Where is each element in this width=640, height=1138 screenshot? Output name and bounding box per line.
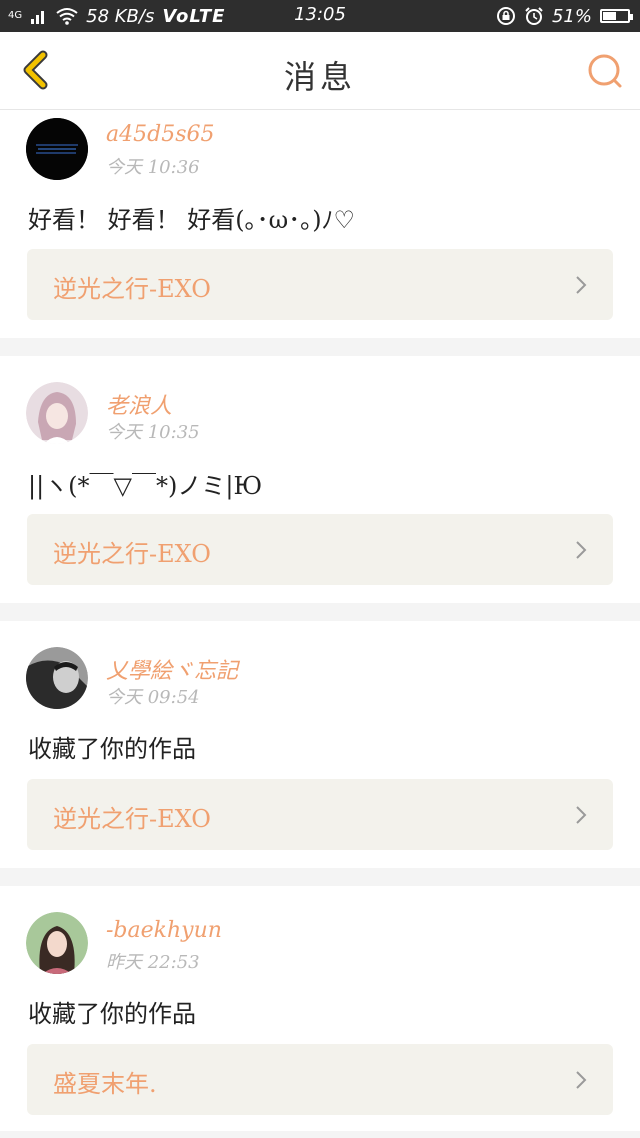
rotation-lock-icon xyxy=(496,7,515,25)
username[interactable]: -baekhyun xyxy=(106,918,222,943)
message-text: 收藏了你的作品 xyxy=(28,735,196,763)
timestamp: 今天 10:36 xyxy=(106,157,200,178)
work-title: 逆光之行-EXO xyxy=(53,540,211,568)
message-card: 乂學絵ヾ忘記 今天 09:54 收藏了你的作品 逆光之行-EXO xyxy=(0,621,640,868)
message-card: a45d5s65 今天 10:36 好看！ 好看！ 好看(｡･ω･｡)ﾉ♡ 逆光… xyxy=(0,110,640,338)
header: 消息 xyxy=(0,32,640,110)
avatar[interactable] xyxy=(26,647,88,709)
avatar[interactable] xyxy=(26,912,88,974)
battery-fill xyxy=(603,12,617,20)
alarm-icon xyxy=(525,7,543,25)
battery-percent: 51% xyxy=(551,5,592,27)
timestamp: 今天 10:35 xyxy=(106,422,200,443)
chevron-right-icon xyxy=(576,1071,587,1089)
avatar-image xyxy=(26,647,88,709)
page-title: 消息 xyxy=(283,58,356,96)
chevron-right-icon xyxy=(576,276,587,294)
chevron-right-icon xyxy=(576,541,587,559)
work-title: 逆光之行-EXO xyxy=(53,805,211,833)
avatar-image xyxy=(26,382,88,444)
message-text: 好看！ 好看！ 好看(｡･ω･｡)ﾉ♡ xyxy=(28,206,356,234)
work-title: 逆光之行-EXO xyxy=(53,275,211,303)
work-link[interactable]: 逆光之行-EXO xyxy=(27,249,613,320)
username[interactable]: 老浪人 xyxy=(106,388,172,420)
work-title: 盛夏末年. xyxy=(53,1070,157,1098)
avatar[interactable] xyxy=(26,118,88,180)
work-link[interactable]: 盛夏末年. xyxy=(27,1044,613,1115)
timestamp: 今天 09:54 xyxy=(106,687,200,708)
avatar[interactable] xyxy=(26,382,88,444)
message-text: ||ヽ(*￣▽￣*)ノミ|Ю xyxy=(28,472,263,500)
search-icon[interactable] xyxy=(586,52,624,90)
timestamp: 昨天 22:53 xyxy=(106,952,200,973)
work-link[interactable]: 逆光之行-EXO xyxy=(27,779,613,850)
username[interactable]: 乂學絵ヾ忘記 xyxy=(106,653,238,685)
message-card: -baekhyun 昨天 22:53 收藏了你的作品 盛夏末年. xyxy=(0,886,640,1131)
work-link[interactable]: 逆光之行-EXO xyxy=(27,514,613,585)
avatar-image xyxy=(26,118,88,180)
message-text: 收藏了你的作品 xyxy=(28,1000,196,1028)
status-bar: 4G 58 KB/s VoLTE 13:05 51% xyxy=(0,0,640,32)
battery-icon xyxy=(600,9,633,23)
chevron-right-icon xyxy=(576,806,587,824)
message-card: 老浪人 今天 10:35 ||ヽ(*￣▽￣*)ノミ|Ю 逆光之行-EXO xyxy=(0,356,640,603)
username[interactable]: a45d5s65 xyxy=(106,122,214,147)
status-right: 51% xyxy=(496,4,633,28)
avatar-image xyxy=(26,912,88,974)
